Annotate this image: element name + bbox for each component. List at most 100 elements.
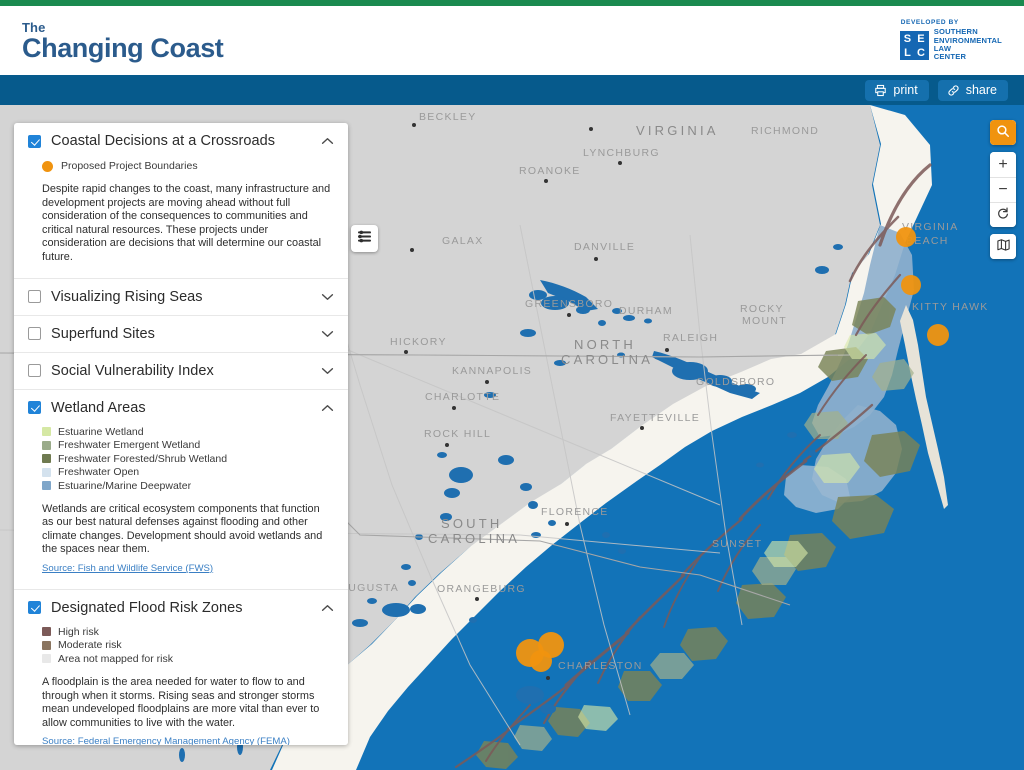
legend-wetland-areas: Estuarine Wetland Freshwater Emergent We… (42, 426, 334, 492)
section-header-social-vulnerability-index[interactable]: Social Vulnerability Index (14, 353, 348, 389)
share-button-label: share (965, 82, 997, 97)
legend-label: Moderate risk (58, 639, 122, 652)
city-dot (410, 248, 414, 252)
section-header-superfund-sites[interactable]: Superfund Sites (14, 316, 348, 352)
layer-panel[interactable]: Coastal Decisions at a Crossroads Propos… (14, 123, 348, 745)
city-dot (546, 676, 550, 680)
section-header-coastal-decisions[interactable]: Coastal Decisions at a Crossroads (14, 123, 348, 159)
legend-item-proposed-project: Proposed Project Boundaries (42, 160, 334, 172)
legend-item: Freshwater Forested/Shrub Wetland (42, 453, 334, 465)
layers-sliders-icon (357, 230, 372, 248)
basemap-gallery-button[interactable] (990, 234, 1016, 259)
city-dot (404, 350, 408, 354)
layer-checkbox-coastal-decisions[interactable] (28, 134, 41, 148)
chevron-up-icon[interactable] (321, 399, 334, 417)
legend-label: Freshwater Emergent Wetland (58, 439, 201, 452)
city-dot (594, 257, 598, 261)
legend-item: Freshwater Open (42, 466, 334, 478)
city-dot (640, 426, 644, 430)
project-marker[interactable] (530, 650, 552, 672)
project-marker[interactable] (896, 227, 916, 247)
selc-letter-c: C (916, 46, 925, 59)
legend-label: Proposed Project Boundaries (61, 160, 198, 172)
legend-label: Area not mapped for risk (58, 652, 173, 665)
printer-icon (874, 84, 887, 97)
section-title: Visualizing Rising Seas (51, 288, 203, 305)
selc-letter-l: L (904, 46, 911, 59)
selc-wordmark: SOUTHERN ENVIRONMENTAL LAW CENTER (934, 28, 1002, 61)
layer-checkbox-visualizing-rising-seas[interactable] (28, 290, 41, 304)
panel-section-designated-flood-risk-zones: Designated Flood Risk Zones High risk Mo… (14, 590, 348, 745)
chevron-down-icon[interactable] (321, 288, 334, 306)
legend-swatch-icon (42, 654, 51, 664)
city-dot (665, 348, 669, 352)
map-canvas[interactable]: VIRGINIA NORTH CAROLINA SOUTH CAROLINA B… (0, 105, 1024, 770)
section-description: Wetlands are critical ecosystem componen… (42, 502, 323, 556)
panel-section-visualizing-rising-seas: Visualizing Rising Seas (14, 279, 348, 316)
section-header-wetland-areas[interactable]: Wetland Areas (14, 390, 348, 426)
legend-label: Estuarine Wetland (58, 425, 144, 438)
layer-checkbox-social-vulnerability-index[interactable] (28, 364, 41, 378)
print-button-label: print (893, 82, 918, 97)
chevron-down-icon[interactable] (321, 362, 334, 380)
brand-title: Changing Coast (22, 33, 224, 63)
section-title: Designated Flood Risk Zones (51, 599, 243, 616)
section-title: Wetland Areas (51, 399, 146, 416)
legend-swatch-icon (42, 454, 51, 464)
section-title: Coastal Decisions at a Crossroads (51, 133, 276, 149)
legend-item: High risk (42, 626, 334, 638)
zoom-out-button[interactable]: − (990, 177, 1016, 202)
reset-arrow-icon (996, 206, 1010, 224)
project-marker[interactable] (927, 324, 949, 346)
zoom-in-button[interactable]: + (990, 152, 1016, 177)
selc-monogram-icon: S E L C (899, 30, 929, 60)
project-marker[interactable] (901, 275, 921, 295)
map-controls: + − (990, 120, 1016, 259)
layer-checkbox-superfund-sites[interactable] (28, 327, 41, 341)
section-description: A floodplain is the area needed for wate… (42, 675, 320, 729)
source-link-fema[interactable]: Source: Federal Emergency Management Age… (42, 736, 290, 745)
legend-flood-risk-zones: High risk Moderate risk Area not mapped … (42, 626, 334, 665)
city-dot (452, 406, 456, 410)
legend-label: High risk (58, 625, 99, 638)
section-body-coastal-decisions: Proposed Project Boundaries Despite rapi… (14, 160, 348, 278)
city-dot (485, 380, 489, 384)
legend-item: Estuarine Wetland (42, 426, 334, 438)
chevron-up-icon[interactable] (321, 599, 334, 617)
legend-label: Freshwater Open (58, 466, 140, 479)
print-button[interactable]: print (865, 79, 929, 101)
city-dot (589, 127, 593, 131)
section-header-visualizing-rising-seas[interactable]: Visualizing Rising Seas (14, 279, 348, 315)
layer-checkbox-designated-flood-risk-zones[interactable] (28, 601, 41, 615)
legend-swatch-icon (42, 627, 51, 637)
section-description: Despite rapid changes to the coast, many… (42, 183, 331, 263)
site-header: The Changing Coast DEVELOPED BY S E L C … (0, 6, 1024, 75)
panel-section-superfund-sites: Superfund Sites (14, 316, 348, 353)
section-title: Social Vulnerability Index (51, 362, 214, 379)
panel-section-coastal-decisions: Coastal Decisions at a Crossroads Propos… (14, 123, 348, 279)
search-control-group (990, 120, 1016, 145)
section-header-designated-flood-risk-zones[interactable]: Designated Flood Risk Zones (14, 590, 348, 626)
section-body-wetland-areas: Estuarine Wetland Freshwater Emergent We… (14, 426, 348, 589)
layer-checkbox-wetland-areas[interactable] (28, 401, 41, 415)
brand-logo[interactable]: The Changing Coast (22, 19, 224, 63)
section-body-designated-flood-risk-zones: High risk Moderate risk Area not mapped … (14, 626, 348, 745)
chevron-down-icon[interactable] (321, 325, 334, 343)
action-bar: print share (0, 75, 1024, 105)
legend-item: Freshwater Emergent Wetland (42, 439, 334, 451)
legend-swatch-icon (42, 481, 51, 491)
developed-by-label: DEVELOPED BY (900, 19, 959, 27)
city-dot (567, 313, 571, 317)
search-button[interactable] (990, 120, 1016, 145)
reset-view-button[interactable] (990, 202, 1016, 227)
share-button[interactable]: share (937, 79, 1008, 101)
selc-logo[interactable]: DEVELOPED BY S E L C SOUTHERN ENVIRONMEN… (899, 19, 1002, 61)
legend-item: Moderate risk (42, 639, 334, 651)
city-dot (618, 161, 622, 165)
application-root: The Changing Coast DEVELOPED BY S E L C … (0, 0, 1024, 770)
layers-toggle-button[interactable] (351, 225, 378, 252)
legend-label: Estuarine/Marine Deepwater (58, 479, 192, 492)
chevron-up-icon[interactable] (321, 132, 334, 150)
source-link-fws[interactable]: Source: Fish and Wildlife Service (FWS) (42, 563, 213, 574)
city-dot (565, 522, 569, 526)
